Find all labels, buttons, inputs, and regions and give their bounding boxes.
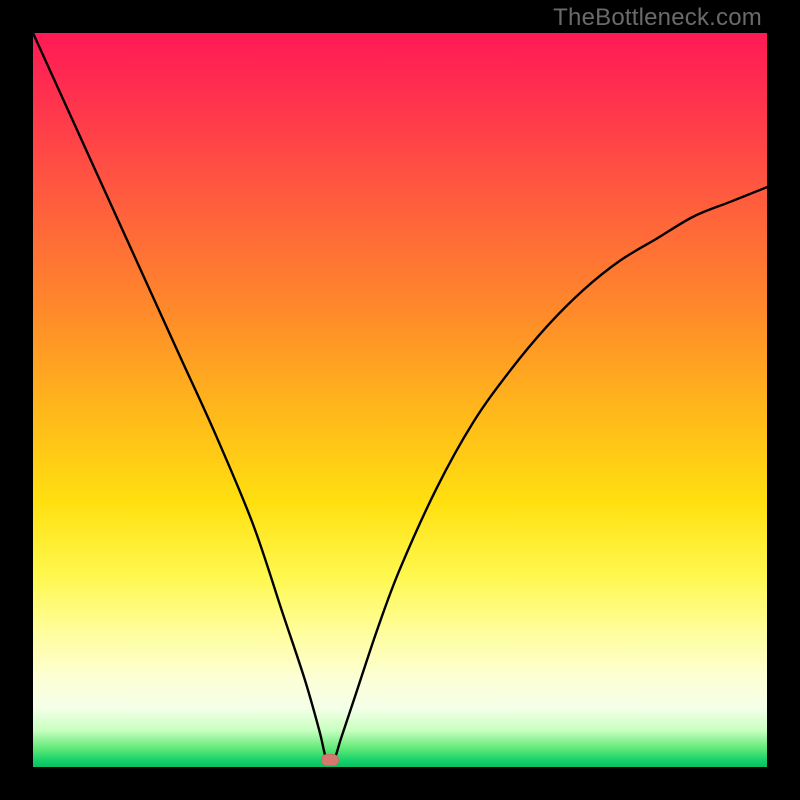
plot-area [33, 33, 767, 767]
bottleneck-curve [33, 33, 767, 767]
chart-frame: TheBottleneck.com [0, 0, 800, 800]
bottleneck-marker [321, 754, 339, 766]
watermark-text: TheBottleneck.com [553, 4, 762, 32]
curve-path [33, 33, 767, 763]
